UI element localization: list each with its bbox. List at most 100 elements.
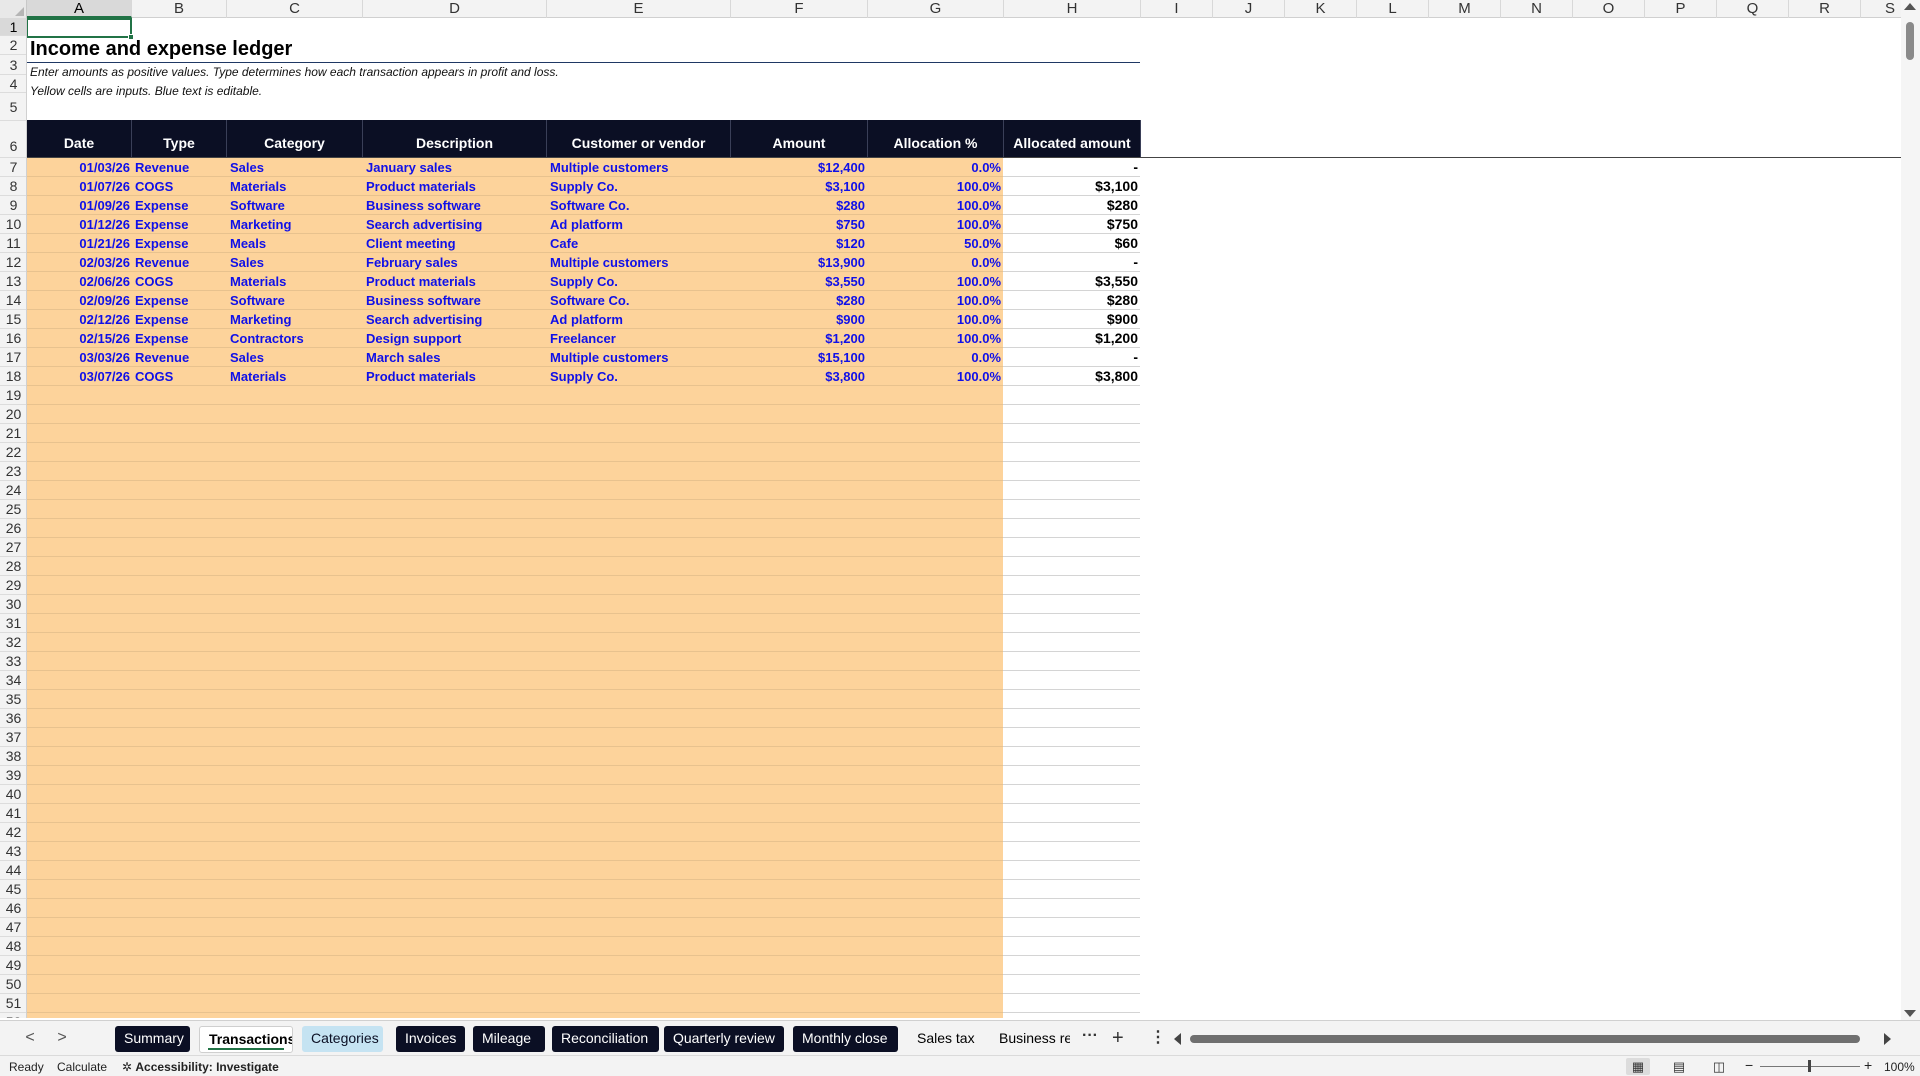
date-cell[interactable]: 01/12/26: [27, 215, 132, 234]
counterparty-cell[interactable]: Multiple customers: [547, 158, 731, 177]
row-header[interactable]: 15: [0, 310, 26, 329]
type-cell[interactable]: COGS: [132, 177, 227, 196]
row-header[interactable]: 40: [0, 785, 26, 804]
column-heading[interactable]: Customer or vendor: [547, 120, 731, 158]
date-cell[interactable]: 02/15/26: [27, 329, 132, 348]
select-all-button[interactable]: [0, 0, 27, 18]
column-header[interactable]: E: [547, 0, 731, 18]
category-cell[interactable]: Materials: [227, 177, 363, 196]
column-header[interactable]: P: [1645, 0, 1717, 18]
row-header[interactable]: 5: [0, 93, 26, 121]
row-header[interactable]: 23: [0, 462, 26, 481]
row-header[interactable]: 29: [0, 576, 26, 595]
row-header[interactable]: 18: [0, 367, 26, 386]
amount-cell[interactable]: $3,550: [731, 272, 868, 291]
allocation-cell[interactable]: 100.0%: [868, 196, 1004, 215]
column-heading[interactable]: Description: [363, 120, 547, 158]
scroll-left-icon[interactable]: [1174, 1033, 1181, 1045]
category-cell[interactable]: Marketing: [227, 215, 363, 234]
description-cell[interactable]: Business software: [363, 196, 547, 215]
category-cell[interactable]: Materials: [227, 367, 363, 386]
type-cell[interactable]: Expense: [132, 196, 227, 215]
allocation-cell[interactable]: 100.0%: [868, 367, 1004, 386]
allocation-cell[interactable]: 100.0%: [868, 329, 1004, 348]
row-header[interactable]: 1: [0, 18, 26, 36]
calculate-button[interactable]: Calculate: [57, 1060, 107, 1074]
row-header[interactable]: 46: [0, 899, 26, 918]
row-header[interactable]: 38: [0, 747, 26, 766]
page-break-icon[interactable]: ◫: [1707, 1058, 1731, 1075]
row-header[interactable]: 42: [0, 823, 26, 842]
date-cell[interactable]: 02/06/26: [27, 272, 132, 291]
counterparty-cell[interactable]: Multiple customers: [547, 348, 731, 367]
row-header[interactable]: 37: [0, 728, 26, 747]
row-header[interactable]: 10: [0, 215, 26, 234]
counterparty-cell[interactable]: Software Co.: [547, 291, 731, 310]
row-header[interactable]: 9: [0, 196, 26, 215]
column-header[interactable]: L: [1357, 0, 1429, 18]
category-cell[interactable]: Software: [227, 196, 363, 215]
description-cell[interactable]: Product materials: [363, 367, 547, 386]
type-cell[interactable]: Expense: [132, 291, 227, 310]
row-header[interactable]: 28: [0, 557, 26, 576]
amount-cell[interactable]: $3,800: [731, 367, 868, 386]
zoom-level[interactable]: 100%: [1884, 1060, 1915, 1074]
allocation-cell[interactable]: 100.0%: [868, 310, 1004, 329]
column-header[interactable]: I: [1141, 0, 1213, 18]
amount-cell[interactable]: $1,200: [731, 329, 868, 348]
more-sheets-button[interactable]: ···: [1082, 1027, 1098, 1045]
add-sheet-button[interactable]: +: [1112, 1026, 1124, 1050]
category-cell[interactable]: Contractors: [227, 329, 363, 348]
row-header[interactable]: 52: [0, 1013, 26, 1018]
date-cell[interactable]: 03/07/26: [27, 367, 132, 386]
type-cell[interactable]: Expense: [132, 215, 227, 234]
prev-sheet-button[interactable]: <: [20, 1027, 40, 1049]
scroll-down-icon[interactable]: [1904, 1010, 1916, 1017]
zoom-in-button[interactable]: +: [1864, 1057, 1872, 1073]
category-cell[interactable]: Software: [227, 291, 363, 310]
row-header[interactable]: 32: [0, 633, 26, 652]
description-cell[interactable]: March sales: [363, 348, 547, 367]
date-cell[interactable]: 02/03/26: [27, 253, 132, 272]
column-header[interactable]: Q: [1717, 0, 1789, 18]
vertical-scroll-thumb[interactable]: [1906, 22, 1914, 60]
row-header[interactable]: 44: [0, 861, 26, 880]
column-header[interactable]: A: [27, 0, 132, 18]
scroll-right-icon[interactable]: [1884, 1033, 1891, 1045]
sheet-tab[interactable]: Sales tax: [908, 1026, 976, 1052]
allocation-cell[interactable]: 100.0%: [868, 215, 1004, 234]
row-header[interactable]: 27: [0, 538, 26, 557]
amount-cell[interactable]: $280: [731, 196, 868, 215]
date-cell[interactable]: 01/03/26: [27, 158, 132, 177]
next-sheet-button[interactable]: >: [52, 1027, 72, 1049]
row-header[interactable]: 50: [0, 975, 26, 994]
type-cell[interactable]: Expense: [132, 310, 227, 329]
scroll-up-icon[interactable]: [1904, 3, 1916, 10]
row-header[interactable]: 20: [0, 405, 26, 424]
column-heading[interactable]: Category: [227, 120, 363, 158]
allocation-cell[interactable]: 100.0%: [868, 272, 1004, 291]
column-heading[interactable]: Allocation %: [868, 120, 1004, 158]
allocation-cell[interactable]: 50.0%: [868, 234, 1004, 253]
row-header[interactable]: 12: [0, 253, 26, 272]
date-cell[interactable]: 03/03/26: [27, 348, 132, 367]
row-header[interactable]: 6: [0, 121, 26, 158]
row-header[interactable]: 48: [0, 937, 26, 956]
date-cell[interactable]: 02/12/26: [27, 310, 132, 329]
row-header[interactable]: 8: [0, 177, 26, 196]
amount-cell[interactable]: $12,400: [731, 158, 868, 177]
row-header[interactable]: 33: [0, 652, 26, 671]
row-header[interactable]: 11: [0, 234, 26, 253]
column-header[interactable]: J: [1213, 0, 1285, 18]
description-cell[interactable]: January sales: [363, 158, 547, 177]
category-cell[interactable]: Meals: [227, 234, 363, 253]
sheet-tab[interactable]: Business rec: [990, 1026, 1070, 1052]
row-header[interactable]: 16: [0, 329, 26, 348]
date-cell[interactable]: 02/09/26: [27, 291, 132, 310]
category-cell[interactable]: Materials: [227, 272, 363, 291]
sheet-tab[interactable]: Monthly close: [793, 1026, 898, 1052]
column-header[interactable]: B: [132, 0, 227, 18]
row-header[interactable]: 30: [0, 595, 26, 614]
horizontal-scrollbar[interactable]: [1172, 1033, 1896, 1045]
horizontal-scroll-thumb[interactable]: [1190, 1035, 1860, 1043]
